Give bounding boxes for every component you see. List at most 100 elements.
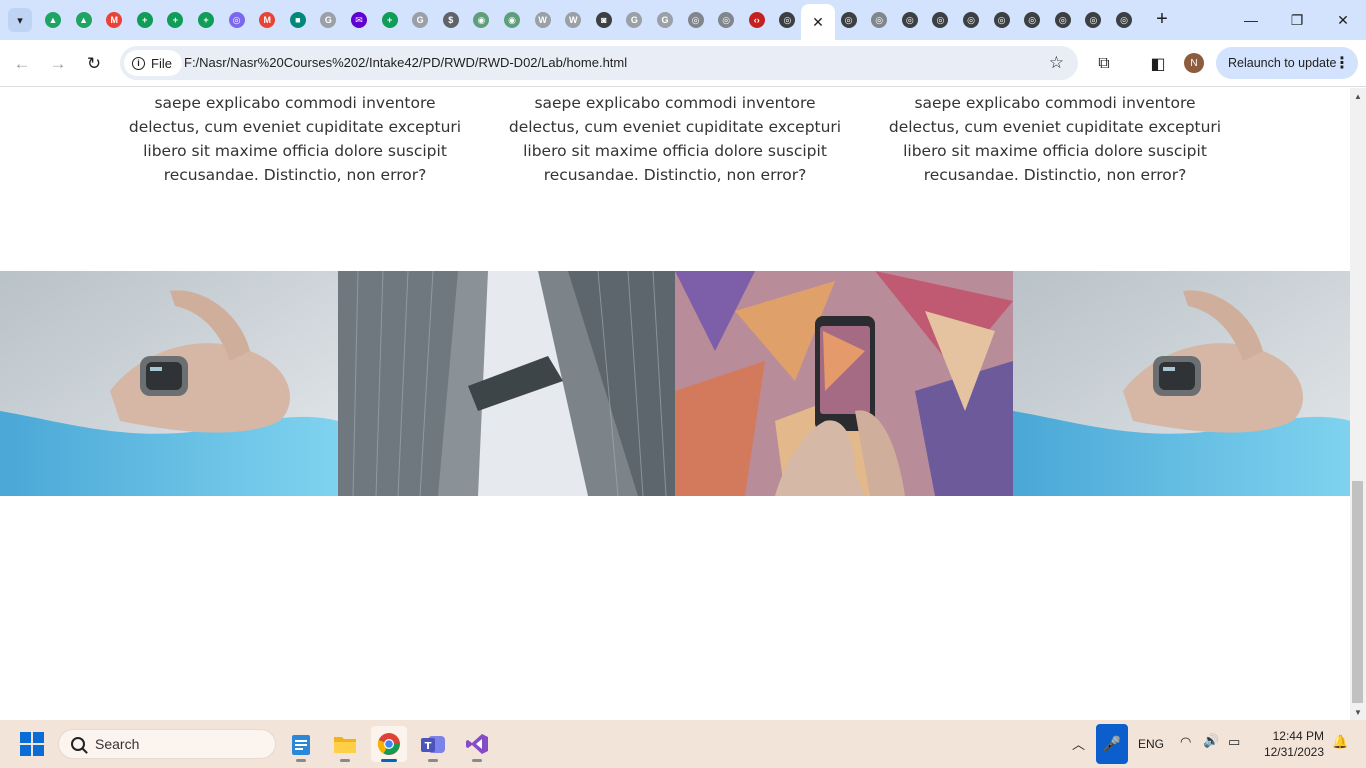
- notification-bell-icon[interactable]: 🔔: [1332, 734, 1348, 750]
- restore-button[interactable]: ❐: [1274, 0, 1320, 40]
- wikipedia-icon: W: [565, 12, 582, 28]
- tab[interactable]: ◎: [222, 6, 252, 34]
- tab[interactable]: G: [619, 6, 649, 34]
- scroll-down-icon[interactable]: ▼: [1350, 704, 1366, 720]
- scrollbar-thumb[interactable]: [1352, 481, 1363, 703]
- tab[interactable]: W: [558, 6, 588, 34]
- address-bar[interactable]: i File F:/Nasr/Nasr%20Courses%202/Intake…: [120, 46, 1078, 80]
- tab[interactable]: ▲: [38, 6, 68, 34]
- tab[interactable]: M: [252, 6, 282, 34]
- taskbar-app-notepad[interactable]: [283, 726, 319, 762]
- tab[interactable]: ◉: [497, 6, 527, 34]
- arrow-left-icon: ←: [13, 54, 31, 73]
- tab[interactable]: ◎: [711, 6, 741, 34]
- tab[interactable]: ◎: [772, 6, 802, 34]
- taskbar-app-file-explorer[interactable]: [327, 726, 363, 762]
- site-info-chip[interactable]: i File: [124, 50, 182, 76]
- vertical-scrollbar[interactable]: ▲ ▼: [1350, 88, 1366, 720]
- tab[interactable]: +: [130, 6, 160, 34]
- minimize-button[interactable]: —: [1228, 0, 1274, 40]
- tab[interactable]: ◎: [681, 6, 711, 34]
- tab[interactable]: +: [160, 6, 190, 34]
- tab[interactable]: ■: [283, 6, 313, 34]
- column-text-2: adipisicing elit. Minus error, asperiore…: [508, 94, 842, 184]
- google-sheets-icon: +: [198, 12, 214, 28]
- tab[interactable]: ◎: [1109, 6, 1139, 34]
- gallery-image-skyscrapers: [337, 271, 675, 496]
- tab[interactable]: ◎: [1048, 6, 1078, 34]
- chrome-icon: [377, 733, 400, 755]
- tab[interactable]: ◎: [987, 6, 1017, 34]
- chrome-icon: ◎: [1085, 12, 1102, 28]
- tab[interactable]: ◎: [1017, 6, 1047, 34]
- taskbar-app-teams[interactable]: T: [415, 726, 451, 762]
- tab[interactable]: ◎: [864, 6, 894, 34]
- tab[interactable]: ◙: [589, 6, 619, 34]
- yahoo-mail-icon: ✉: [351, 12, 367, 28]
- tab-active[interactable]: ✕: [801, 4, 835, 40]
- show-hidden-icons-chevron-up-icon[interactable]: ︿: [1072, 734, 1085, 753]
- tab[interactable]: G: [650, 6, 680, 34]
- tab[interactable]: G: [405, 6, 435, 34]
- more-menu-icon[interactable]: ⋮: [1334, 53, 1350, 73]
- arrow-right-icon: →: [49, 54, 67, 73]
- folder-icon: [334, 737, 356, 753]
- tab[interactable]: W: [528, 6, 558, 34]
- tab[interactable]: +: [191, 6, 221, 34]
- chrome-icon: ◎: [871, 12, 888, 28]
- battery-icon[interactable]: ▭: [1228, 734, 1240, 750]
- windows-start-icon[interactable]: [20, 732, 44, 756]
- reload-icon: ↻: [86, 54, 102, 73]
- taskbar-app-chrome[interactable]: [371, 726, 407, 762]
- reload-button[interactable]: ↻: [80, 50, 108, 78]
- volume-icon[interactable]: 🔊: [1203, 733, 1219, 749]
- tab[interactable]: ‹›: [742, 6, 772, 34]
- bookmark-star-icon[interactable]: ☆: [1049, 53, 1064, 73]
- gmail-icon: M: [106, 12, 123, 28]
- tab[interactable]: ✉: [344, 6, 374, 34]
- tab[interactable]: G: [313, 6, 343, 34]
- back-button[interactable]: ←: [8, 50, 36, 78]
- language-indicator[interactable]: ENG: [1138, 737, 1164, 751]
- taskbar-app-visual-studio[interactable]: [459, 726, 495, 762]
- site-info-label: File: [151, 55, 172, 71]
- close-window-button[interactable]: ✕: [1320, 0, 1366, 40]
- tab[interactable]: +: [375, 6, 405, 34]
- info-icon: i: [132, 56, 145, 70]
- extensions-icon[interactable]: ⧉: [1092, 52, 1116, 76]
- tab[interactable]: $: [436, 6, 466, 34]
- google-icon: G: [626, 12, 643, 28]
- code-icon: ‹›: [748, 12, 765, 28]
- avatar[interactable]: N: [1184, 53, 1204, 73]
- tab[interactable]: ◎: [834, 6, 864, 34]
- url-text[interactable]: F:/Nasr/Nasr%20Courses%202/Intake42/PD/R…: [184, 55, 627, 70]
- google-drive-icon: ▲: [75, 12, 92, 28]
- tab[interactable]: ◉: [466, 6, 496, 34]
- forward-button[interactable]: →: [44, 50, 72, 78]
- tab[interactable]: M: [99, 6, 129, 34]
- microphone-icon[interactable]: 🎤: [1096, 724, 1128, 764]
- tab[interactable]: ◎: [895, 6, 925, 34]
- google-icon: G: [320, 12, 337, 28]
- tab-search-button[interactable]: ▾: [8, 8, 32, 32]
- chrome-icon: ◎: [963, 12, 979, 28]
- site-icon: G: [657, 12, 673, 28]
- wifi-icon[interactable]: ◠: [1180, 734, 1191, 750]
- relaunch-label: Relaunch to update: [1228, 56, 1337, 70]
- google-sheets-icon: +: [136, 12, 153, 28]
- system-clock[interactable]: 12:44 PM 12/31/2023: [1252, 728, 1324, 760]
- tab[interactable]: ◎: [925, 6, 955, 34]
- new-tab-button[interactable]: +: [1150, 8, 1174, 32]
- taskbar-search[interactable]: Search: [58, 729, 276, 759]
- side-panel-icon[interactable]: ◧: [1146, 52, 1170, 76]
- chrome-icon: ◎: [901, 12, 918, 28]
- tab[interactable]: ◎: [1078, 6, 1108, 34]
- close-icon[interactable]: ✕: [810, 14, 826, 30]
- relaunch-button[interactable]: Relaunch to update ⋮: [1216, 47, 1358, 79]
- svg-text:T: T: [425, 741, 432, 752]
- page-viewport: adipisicing elit. Minus error, asperiore…: [0, 88, 1350, 720]
- tab[interactable]: ◎: [956, 6, 986, 34]
- tab[interactable]: ▲: [69, 6, 99, 34]
- taskbar: Search T ︿ 🎤 ENG ◠ 🔊 ▭ 12:44 PM 12/31/20…: [0, 720, 1366, 768]
- scroll-up-icon[interactable]: ▲: [1350, 88, 1366, 104]
